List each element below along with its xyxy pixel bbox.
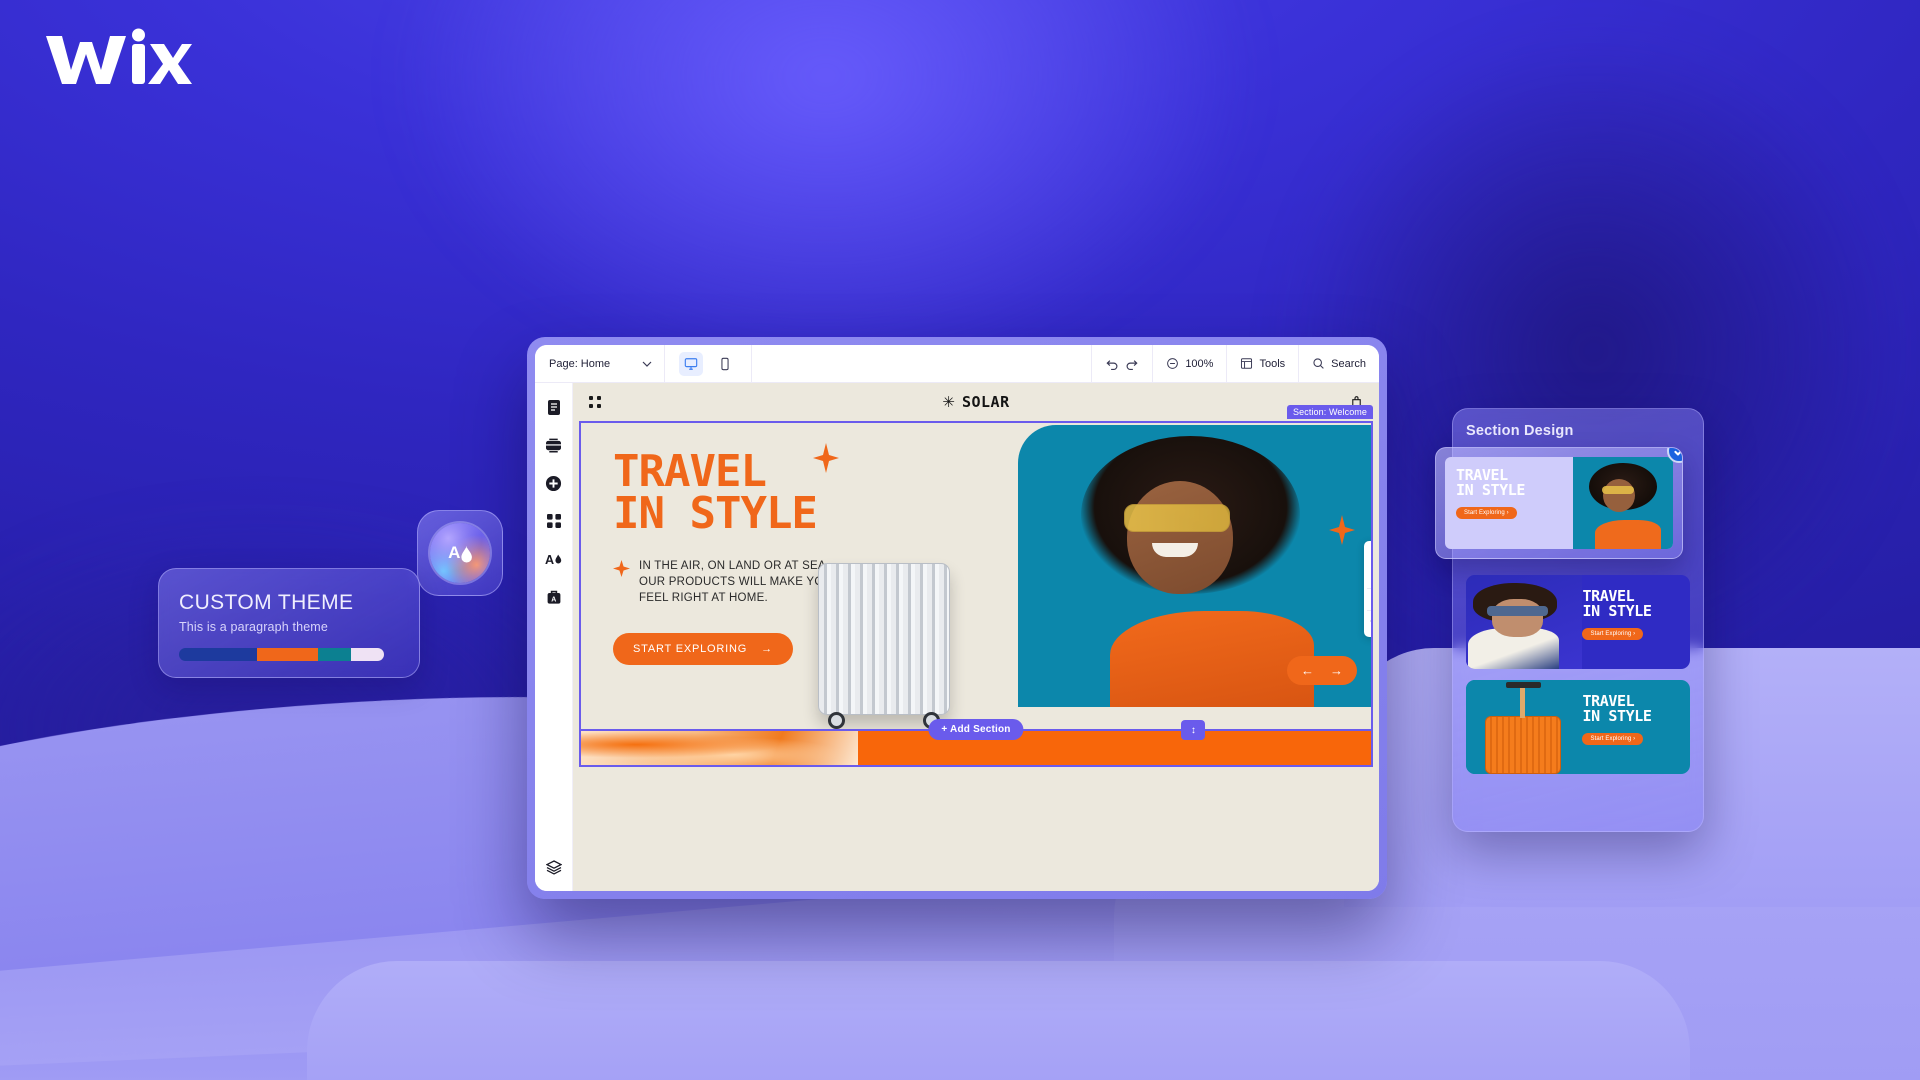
card-2-button[interactable]: Start Exploring › [1582, 627, 1644, 640]
theme-preview-card[interactable]: CUSTOM THEME This is a paragraph theme [158, 568, 420, 678]
tools-button[interactable]: Tools [1226, 345, 1298, 382]
carousel-next-icon[interactable]: → [1330, 663, 1343, 678]
redo-icon[interactable] [1125, 357, 1139, 371]
page-selector-label: Page: Home [549, 357, 611, 370]
mobile-view-icon[interactable] [713, 352, 737, 376]
carousel-prev-icon[interactable]: ← [1301, 663, 1314, 678]
brand-text: SOLAR [961, 393, 1010, 411]
hero-heading: TRAVEL IN STYLE [613, 446, 818, 540]
chevron-down-icon [642, 361, 652, 367]
business-tools-icon[interactable]: A [544, 587, 564, 607]
theme-color-swatches[interactable] [179, 648, 384, 661]
apps-icon[interactable] [544, 511, 564, 531]
page-selector[interactable]: Page: Home [535, 345, 665, 382]
theme-manager-icon[interactable]: A [544, 549, 564, 569]
desktop-view-icon[interactable] [679, 351, 703, 376]
theme-swatch-3[interactable] [318, 648, 352, 661]
move-up-icon[interactable]: ↑ [1364, 546, 1371, 567]
card-1-heading: TRAVEL IN STYLE [1456, 466, 1526, 500]
drag-grip-icon[interactable] [589, 396, 601, 408]
undo-icon[interactable] [1105, 357, 1119, 371]
sparkle-icon [613, 560, 630, 578]
site-header: ✳ SOLAR [573, 383, 1379, 421]
start-exploring-button[interactable]: START EXPLORING → [613, 633, 793, 666]
resize-vertical-icon[interactable]: ↕ [1181, 720, 1206, 740]
card-1-photo [1572, 457, 1673, 549]
theme-swatch-2[interactable] [256, 648, 319, 661]
zoom-out-icon[interactable] [1166, 357, 1179, 370]
hero-paragraph: IN THE AIR, ON LAND OR AT SEA – OUR PROD… [639, 560, 835, 605]
wix-logo[interactable] [42, 22, 192, 92]
sparkle-icon [1329, 515, 1355, 545]
card-3-button[interactable]: Start Exploring › [1582, 732, 1644, 745]
svg-text:A: A [448, 543, 460, 562]
svg-text:A: A [551, 596, 556, 603]
design-icon[interactable] [544, 435, 564, 455]
search-button[interactable]: Search [1298, 345, 1379, 382]
search-icon [1313, 358, 1324, 369]
section-float-toolbar[interactable]: ↑↓✎⋯ [1364, 541, 1372, 637]
hero-section[interactable]: TRAVEL IN STYLE IN THE AIR, ON LAND OR A… [579, 421, 1373, 731]
next-section[interactable]: + Add Section ↕ [579, 719, 1373, 767]
cta-label: START EXPLORING [633, 643, 748, 656]
wix-editor-window: Page: Home 100% Tools Search A A ✳ SOLAR… [527, 337, 1387, 899]
more-options-icon[interactable]: ⋯ [1364, 611, 1372, 632]
section-design-card-2[interactable]: TRAVEL IN STYLE Start Exploring › [1466, 575, 1690, 669]
site-logo[interactable]: ✳ SOLAR [942, 393, 1009, 411]
tools-panel-icon [1241, 358, 1253, 369]
selected-section-wrapper: Section: Welcome TRAVEL IN STYLE IN THE … [579, 405, 1373, 731]
custom-theme-panel: A CUSTOM THEME This is a paragraph theme [158, 510, 503, 710]
card-3-photo [1466, 680, 1583, 774]
background-shape-f [307, 961, 1690, 1080]
card-1-text: TRAVEL IN STYLE Start Exploring › [1445, 457, 1573, 549]
carousel-nav[interactable]: ← → [1287, 656, 1357, 685]
history-controls [1091, 345, 1152, 382]
card-1-button[interactable]: Start Exploring › [1456, 506, 1517, 519]
section-design-title: Section Design [1466, 423, 1574, 439]
search-label: Search [1331, 357, 1366, 370]
add-section-button[interactable]: + Add Section [928, 719, 1024, 740]
layers-icon[interactable] [544, 857, 564, 877]
device-switcher [665, 345, 752, 382]
tools-label: Tools [1259, 357, 1286, 370]
section-design-panel: Section Design TRAVEL IN STYLE Start Exp… [1435, 408, 1704, 832]
svg-text:A: A [545, 553, 554, 567]
card-3-heading: TRAVEL IN STYLE [1582, 692, 1652, 726]
theme-swatch-1[interactable] [179, 648, 257, 661]
pages-icon[interactable] [544, 397, 564, 417]
zoom-level-label: 100% [1185, 357, 1214, 370]
card-2-text: TRAVEL IN STYLE Start Exploring › [1582, 575, 1690, 669]
next-section-image [581, 731, 858, 765]
theme-manager-button[interactable]: A [417, 510, 503, 596]
editor-canvas[interactable]: ✳ SOLAR Section: Welcome TRAVEL IN STYLE [573, 383, 1379, 891]
section-design-card-1[interactable]: TRAVEL IN STYLE Start Exploring › [1435, 447, 1683, 559]
theme-swatch-4[interactable] [351, 648, 384, 661]
suitcase-image [818, 563, 950, 729]
theme-droplet-icon: A [430, 523, 490, 583]
theme-subtitle: This is a paragraph theme [179, 620, 328, 634]
editor-toolbar: Page: Home 100% Tools Search [535, 345, 1379, 383]
editor-left-rail: A A [535, 383, 573, 891]
arrow-right-icon: → [761, 643, 773, 656]
brand-star-icon: ✳ [942, 394, 955, 411]
card-2-heading: TRAVEL IN STYLE [1582, 587, 1652, 621]
card-3-text: TRAVEL IN STYLE Start Exploring › [1582, 680, 1690, 774]
move-down-icon[interactable]: ↓ [1364, 567, 1371, 588]
add-elements-icon[interactable] [544, 473, 564, 493]
card-2-photo [1466, 575, 1583, 669]
zoom-control[interactable]: 100% [1152, 345, 1226, 382]
theme-title: CUSTOM THEME [179, 591, 354, 614]
section-label-badge: Section: Welcome [1287, 405, 1373, 419]
sparkle-icon [813, 443, 839, 473]
edit-pencil-icon[interactable]: ✎ [1364, 589, 1371, 610]
section-design-card-3[interactable]: TRAVEL IN STYLE Start Exploring › [1466, 680, 1690, 774]
